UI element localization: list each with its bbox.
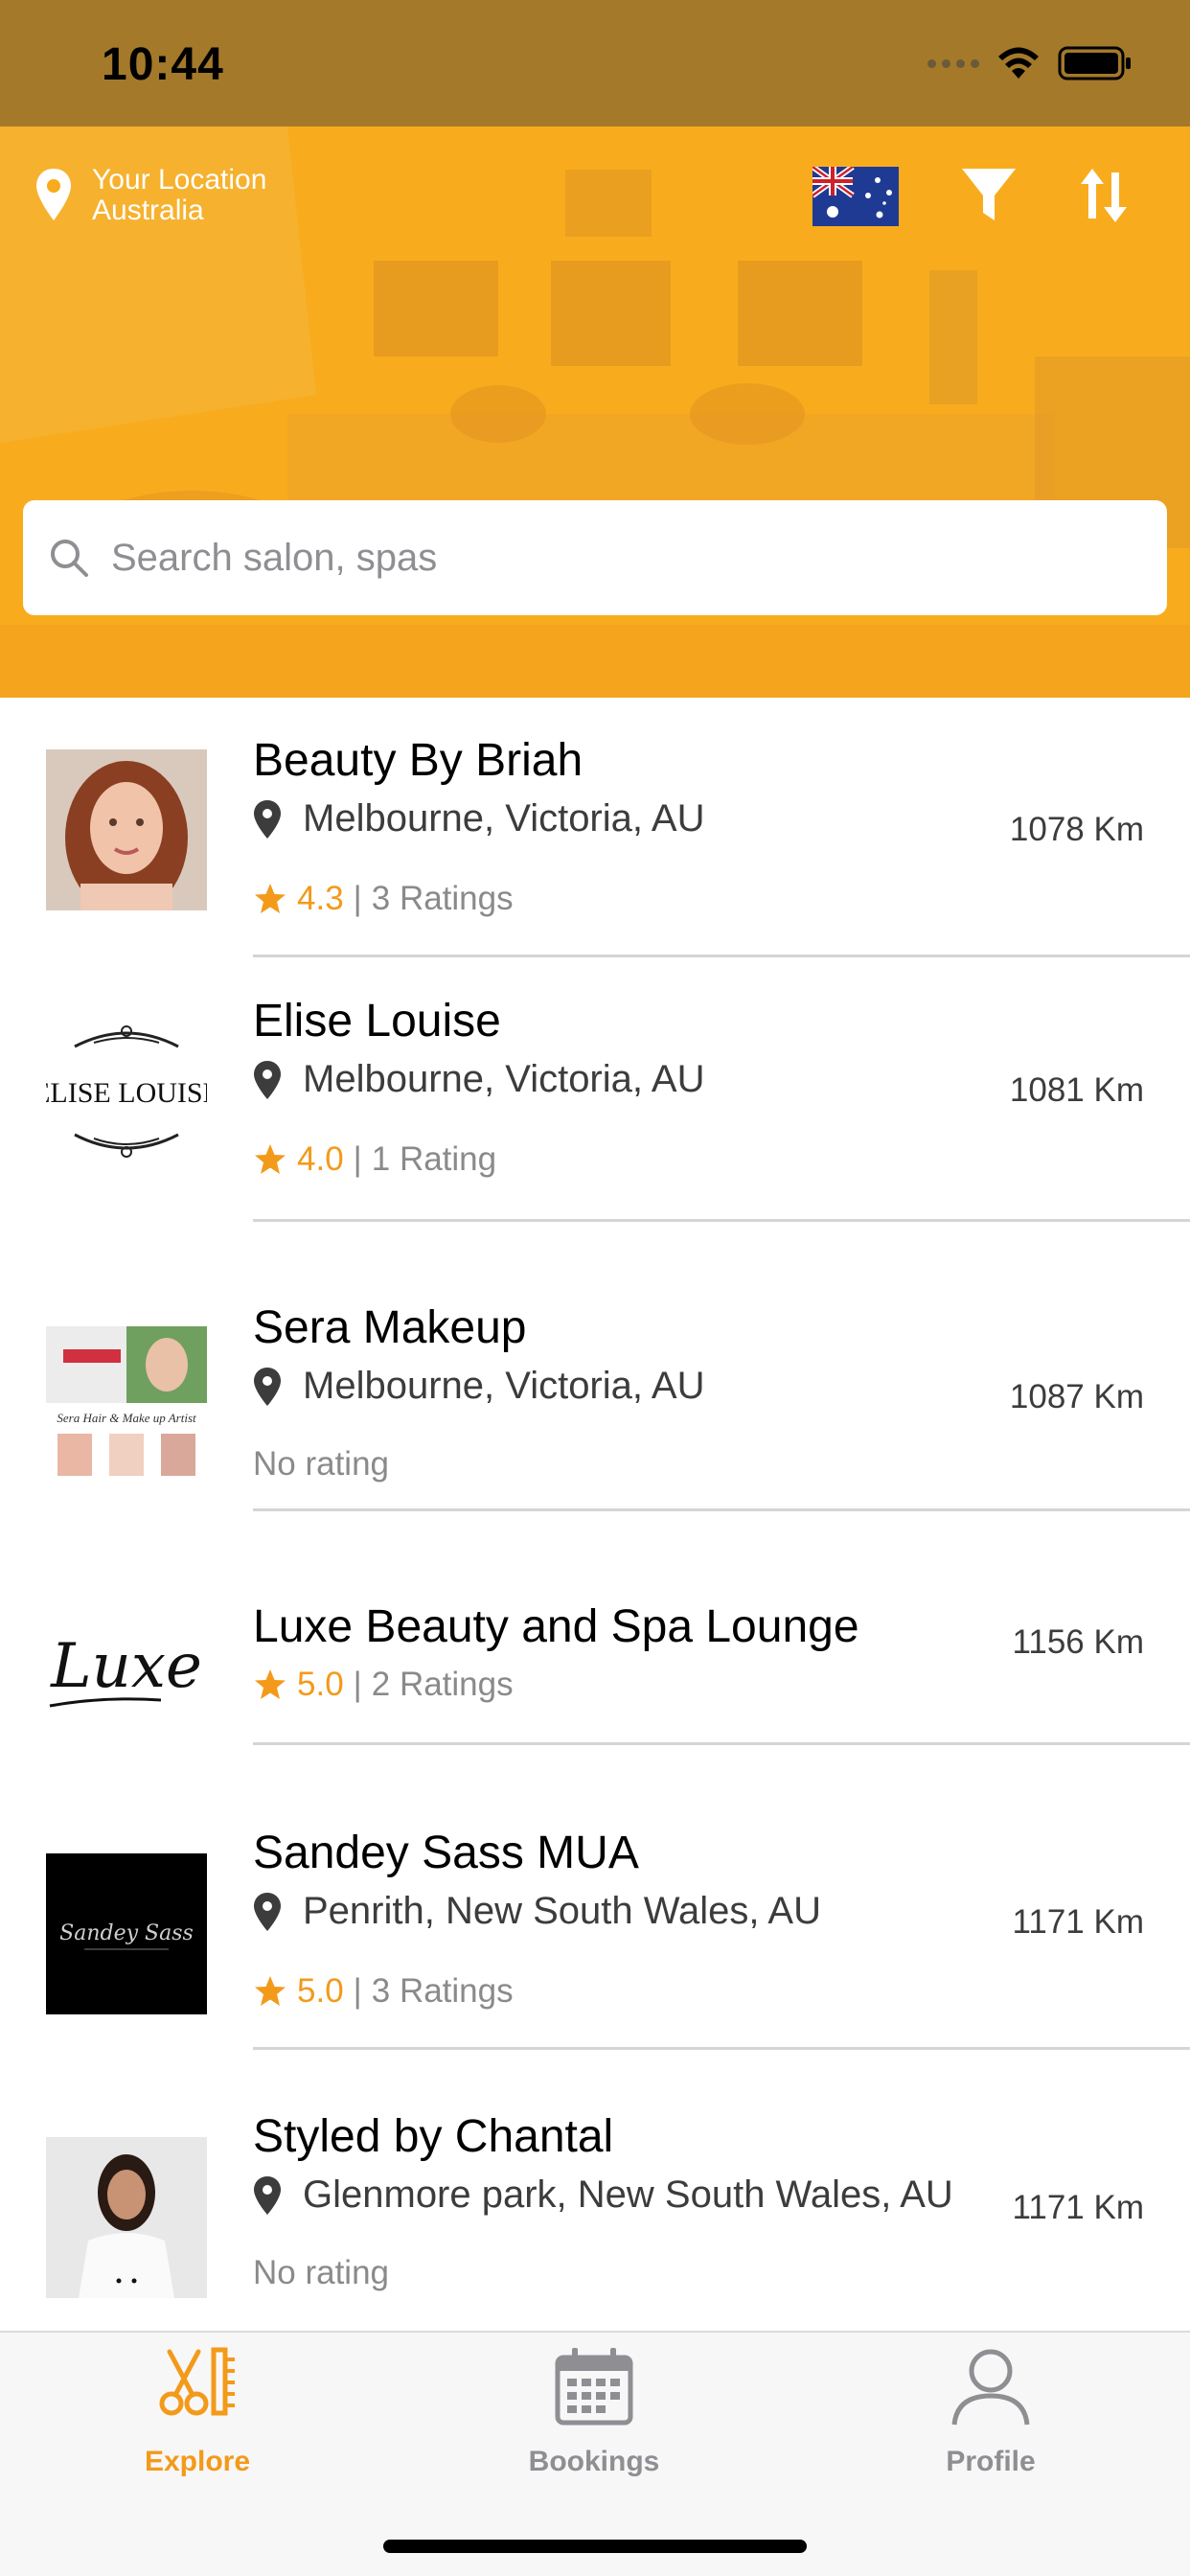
logo-text: ELISE LOUISE (46, 1077, 207, 1109)
salon-location: Penrith, New South Wales, AU (253, 1890, 821, 1933)
tab-bookings[interactable]: Bookings (450, 2333, 738, 2486)
location-pin-icon (254, 1060, 281, 1099)
salon-list-item[interactable]: Sera Hair & Make up Artist Sera Makeup M… (0, 1248, 1190, 1535)
salon-list[interactable]: Beauty By Briah Melbourne, Victoria, AU … (0, 698, 1190, 2331)
salon-distance: 1156 Km (1012, 1623, 1145, 1661)
salon-distance: 1081 Km (1009, 1071, 1144, 1109)
location-pin-icon[interactable] (34, 167, 73, 222)
status-time: 10:44 (102, 39, 224, 90)
ratings-count: 1 Rating (371, 1140, 497, 1178)
salon-location: Glenmore park, New South Wales, AU (253, 2174, 953, 2217)
salon-location-text: Melbourne, Victoria, AU (303, 797, 705, 840)
logo-text: Luxe (50, 1631, 202, 1702)
no-rating-label: No rating (253, 1445, 390, 1483)
sort-icon[interactable] (1079, 165, 1129, 226)
rating-score: 4.0 (297, 1140, 344, 1178)
location-pin-icon (254, 2175, 281, 2215)
rating-score: 5.0 (297, 1666, 344, 1703)
battery-icon (1058, 46, 1131, 80)
ratings-count: 3 Ratings (371, 880, 514, 917)
tab-label: Profile (946, 2446, 1036, 2477)
salon-distance: 1087 Km (1009, 1378, 1144, 1415)
list-divider (253, 1742, 1190, 1745)
salon-name: Elise Louise (253, 996, 501, 1046)
salon-location-text: Glenmore park, New South Wales, AU (303, 2174, 953, 2216)
salon-location: Melbourne, Victoria, AU (253, 1058, 704, 1101)
person-icon (951, 2349, 1030, 2426)
salon-thumbnail: Sandey Sass (46, 1853, 207, 2014)
star-icon (255, 1976, 286, 2006)
cellular-signal-icon (927, 58, 979, 68)
list-divider (253, 2047, 1190, 2050)
salon-distance: 1171 Km (1012, 1903, 1145, 1941)
scissors-comb-icon (159, 2347, 235, 2416)
calendar-icon (555, 2348, 633, 2426)
star-icon (255, 884, 286, 913)
salon-rating: 4.0 | 1 Rating (253, 1140, 496, 1179)
wifi-icon (998, 47, 1039, 79)
filter-icon[interactable] (960, 165, 1018, 226)
list-divider (253, 954, 1190, 957)
status-icons (927, 44, 1133, 82)
salon-list-item[interactable]: ELISE LOUISE Elise Louise Melbourne, Vic… (0, 958, 1190, 1248)
location-pin-icon (254, 799, 281, 839)
location-value: Australia (92, 195, 204, 226)
salon-distance: 1078 Km (1009, 811, 1144, 848)
salon-location: Melbourne, Victoria, AU (253, 1365, 704, 1408)
salon-name: Sandey Sass MUA (253, 1828, 639, 1878)
salon-location: Melbourne, Victoria, AU (253, 797, 704, 840)
salon-location-text: Melbourne, Victoria, AU (303, 1365, 705, 1407)
tab-label: Bookings (528, 2446, 660, 2477)
rating-score: 4.3 (297, 880, 344, 917)
salon-thumbnail: Sera Hair & Make up Artist (46, 1326, 207, 1487)
salon-name: Sera Makeup (253, 1302, 527, 1353)
star-icon (255, 1669, 286, 1699)
no-rating-label: No rating (253, 2254, 390, 2291)
salon-name: Luxe Beauty and Spa Lounge (253, 1601, 859, 1652)
salon-thumbnail: ELISE LOUISE (46, 1010, 207, 1171)
logo-text: Sera Hair & Make up Artist (57, 1411, 196, 1425)
list-divider (253, 1219, 1190, 1222)
salon-rating: 5.0 | 2 Ratings (253, 1666, 514, 1704)
salon-location-text: Penrith, New South Wales, AU (303, 1890, 821, 1932)
location-pin-icon (254, 1367, 281, 1406)
salon-list-item[interactable]: Luxe Luxe Beauty and Spa Lounge 1156 Km … (0, 1535, 1190, 1771)
ratings-count: 3 Ratings (371, 1972, 514, 2010)
search-icon (51, 540, 88, 577)
salon-list-item[interactable]: Sandey Sass Sandey Sass MUA Penrith, New… (0, 1771, 1190, 2060)
rating-score: 5.0 (297, 1972, 344, 2010)
salon-distance: 1171 Km (1012, 2189, 1145, 2226)
location-pin-icon (254, 1892, 281, 1931)
ratings-count: 2 Ratings (371, 1666, 514, 1703)
salon-thumbnail (46, 2137, 207, 2298)
status-bar: 10:44 (0, 0, 1190, 126)
list-divider (253, 1508, 1190, 1511)
australia-flag-icon[interactable] (812, 167, 899, 226)
salon-name: Beauty By Briah (253, 735, 584, 786)
hero-header: Your Location Australia (0, 126, 1190, 698)
tab-label: Explore (144, 2446, 251, 2477)
salon-rating: 4.3 | 3 Ratings (253, 880, 514, 918)
search-bar[interactable] (23, 500, 1167, 615)
location-selector[interactable]: Your Location Australia (92, 165, 266, 226)
salon-rating: 5.0 | 3 Ratings (253, 1972, 514, 2011)
tab-profile[interactable]: Profile (847, 2333, 1134, 2486)
star-icon (255, 1144, 286, 1174)
salon-location-text: Melbourne, Victoria, AU (303, 1058, 705, 1100)
tab-explore[interactable]: Explore (54, 2333, 341, 2486)
salon-list-item[interactable]: Beauty By Briah Melbourne, Victoria, AU … (0, 698, 1190, 958)
salon-thumbnail: Luxe (46, 1583, 207, 1744)
salon-thumbnail (46, 749, 207, 910)
logo-text: Sandey Sass (59, 1921, 194, 1945)
search-input[interactable] (111, 536, 1117, 580)
salon-list-item[interactable]: Styled by Chantal Glenmore park, New Sou… (0, 2060, 1190, 2331)
location-label: Your Location (92, 164, 267, 196)
home-indicator[interactable] (383, 2540, 807, 2553)
salon-name: Styled by Chantal (253, 2111, 614, 2162)
